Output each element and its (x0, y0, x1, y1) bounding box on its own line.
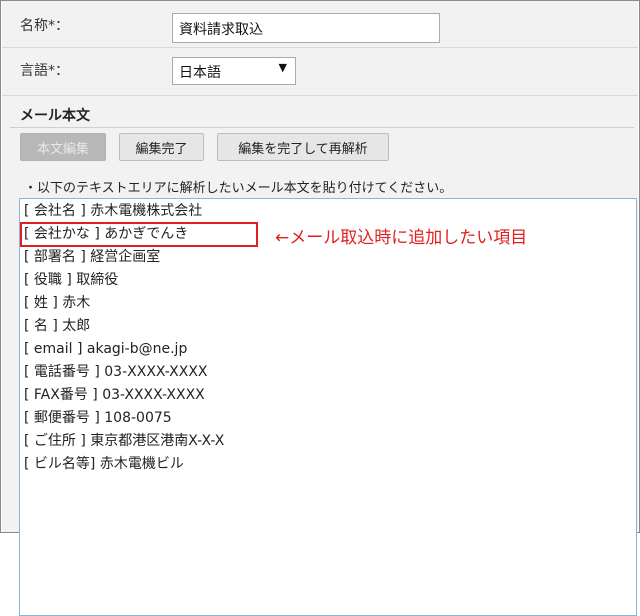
highlight-box (20, 222, 258, 247)
language-select[interactable]: 日本語 ▼ (172, 57, 296, 85)
body-line: [ 会社名 ] 赤木電機株式会社 (24, 203, 203, 219)
paste-hint: ・以下のテキストエリアに解析したいメール本文を貼り付けてください。 (24, 181, 453, 196)
body-line: [ ビル名等] 赤木電機ビル (24, 456, 184, 472)
body-line: [ FAX番号 ] 03-XXXX-XXXX (24, 387, 205, 403)
language-select-value: 日本語 (179, 65, 221, 81)
body-line: [ email ] akagi-b@ne.jp (24, 341, 188, 357)
edit-body-button[interactable]: 本文編集 (20, 133, 106, 161)
mail-body-section: メール本文 本文編集 編集完了 編集を完了して再解析 ・以下のテキストエリアに解… (2, 96, 638, 616)
language-row: 言語*： 日本語 ▼ (2, 48, 638, 96)
mail-body-title: メール本文 (20, 108, 90, 124)
name-label: 名称*： (20, 18, 69, 34)
body-line: [ 名 ] 太郎 (24, 318, 91, 334)
body-line: [ 郵便番号 ] 108-0075 (24, 410, 172, 426)
dropdown-arrow-icon: ▼ (278, 61, 287, 74)
finish-edit-button[interactable]: 編集完了 (119, 133, 204, 161)
language-label: 言語*： (20, 63, 69, 79)
body-line: [ 部署名 ] 経営企画室 (24, 249, 161, 265)
body-line: [ 姓 ] 赤木 (24, 295, 91, 311)
section-divider (10, 127, 634, 128)
body-line: [ 電話番号 ] 03-XXXX-XXXX (24, 364, 208, 380)
body-line: [ 役職 ] 取締役 (24, 272, 119, 288)
annotation-text: ←メール取込時に追加したい項目 (275, 228, 528, 248)
name-input[interactable]: 資料請求取込 (172, 13, 440, 43)
form-panel: 名称*： 資料請求取込 言語*： 日本語 ▼ メール本文 本文編集 編集完了 編… (0, 0, 640, 616)
name-row: 名称*： 資料請求取込 (2, 1, 638, 48)
finish-and-reparse-button[interactable]: 編集を完了して再解析 (217, 133, 389, 161)
body-line: [ ご住所 ] 東京都港区港南X-X-X (24, 433, 225, 449)
mail-body-textarea[interactable]: [ 会社名 ] 赤木電機株式会社 [ 会社かな ] あかぎでんき [ 部署名 ]… (19, 198, 637, 616)
